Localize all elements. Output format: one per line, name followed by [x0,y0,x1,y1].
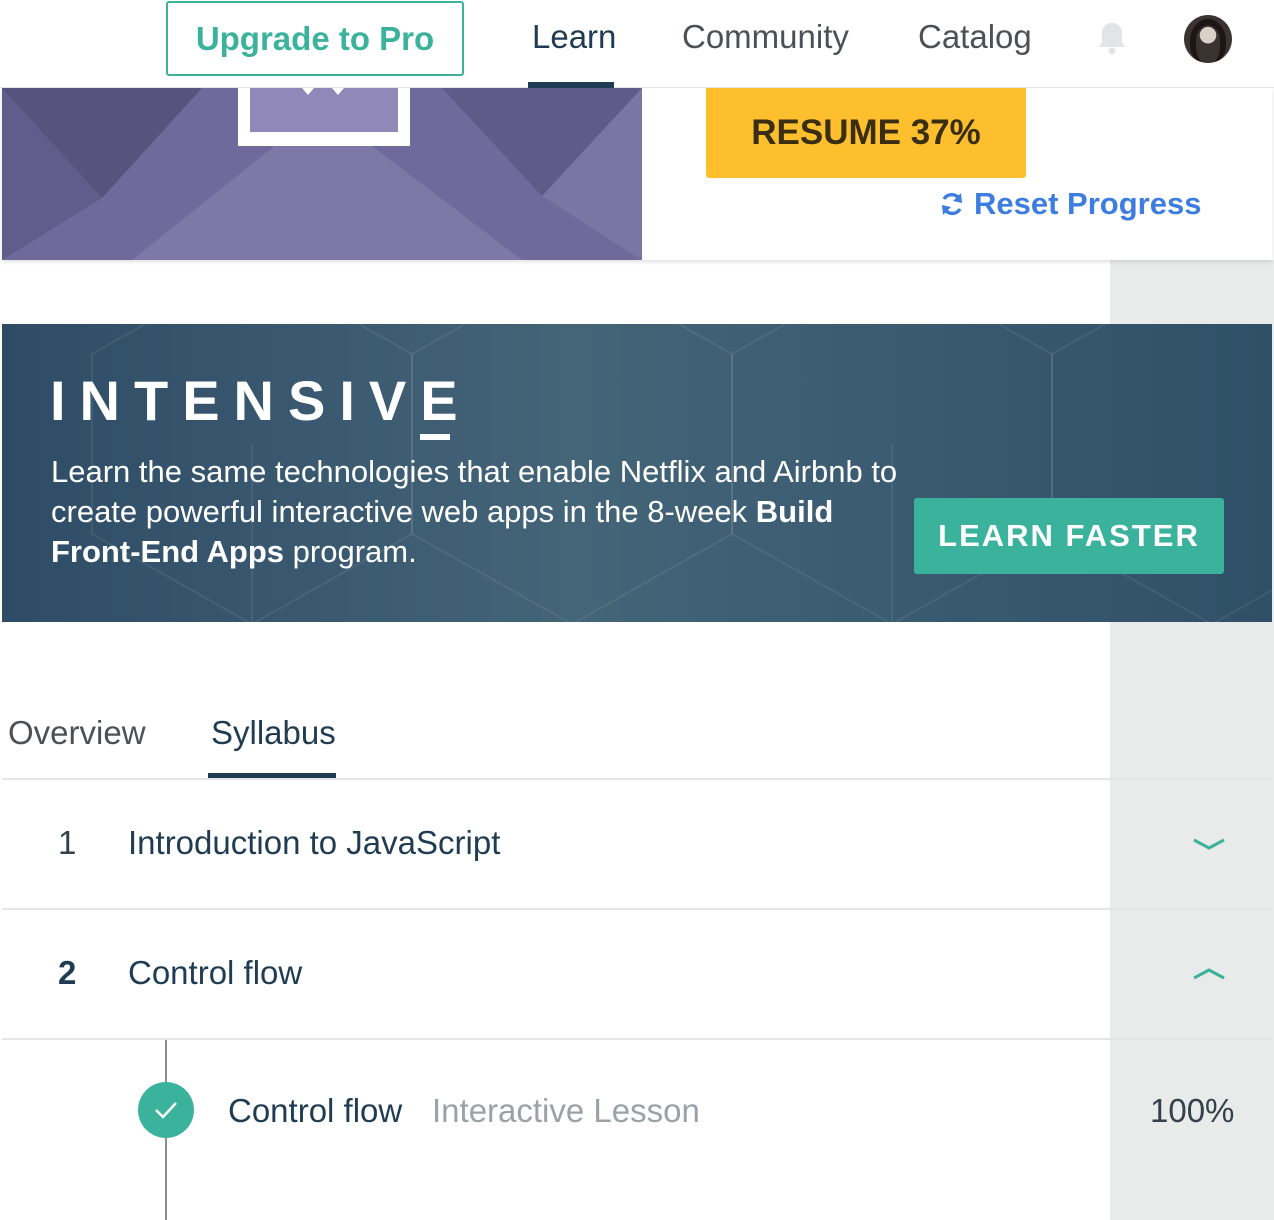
intensive-banner: INTENSIVE Learn the same technologies th… [2,324,1272,622]
nav-learn[interactable]: Learn [532,18,616,56]
course-hero: RESUME 37% Reset Progress [2,88,1272,260]
banner-text-end: program. [284,534,417,569]
reset-progress-label: Reset Progress [974,186,1202,221]
upgrade-to-pro-button[interactable]: Upgrade to Pro [166,1,464,76]
tab-syllabus[interactable]: Syllabus [211,714,336,752]
unit-number: 1 [58,824,77,861]
unit-title: Introduction to JavaScript [128,824,501,861]
user-avatar[interactable] [1184,15,1232,63]
lesson-progress: 100% [1150,1092,1235,1129]
learn-faster-button[interactable]: LEARN FASTER [914,498,1224,574]
syllabus-unit-1[interactable]: 1 Introduction to JavaScript [2,780,1110,908]
bell-icon[interactable] [1096,20,1128,56]
divider [2,1038,1272,1040]
nav-catalog[interactable]: Catalog [918,18,1032,56]
top-navigation: Upgrade to Pro Learn Community Catalog [0,0,1274,88]
reset-progress-link[interactable]: Reset Progress [938,186,1201,222]
chevron-down-icon[interactable] [1192,834,1226,854]
refresh-icon [942,192,962,216]
lesson-title[interactable]: Control flow [228,1092,402,1130]
syllabus-unit-2[interactable]: 2 Control flow [2,910,1110,1038]
intensive-logo-bar [420,434,450,440]
tab-overview[interactable]: Overview [8,714,146,752]
nav-active-indicator [528,82,614,88]
chevron-up-icon[interactable] [1192,964,1226,984]
check-icon [138,1082,194,1138]
intensive-logo: INTENSIVE [50,369,472,432]
nav-community[interactable]: Community [682,18,849,56]
resume-button[interactable]: RESUME 37% [706,88,1026,178]
unit-number: 2 [58,954,77,991]
unit-title: Control flow [128,954,303,991]
lesson-type: Interactive Lesson [432,1092,700,1129]
course-illustration [2,88,642,260]
banner-description: Learn the same technologies that enable … [51,452,901,572]
